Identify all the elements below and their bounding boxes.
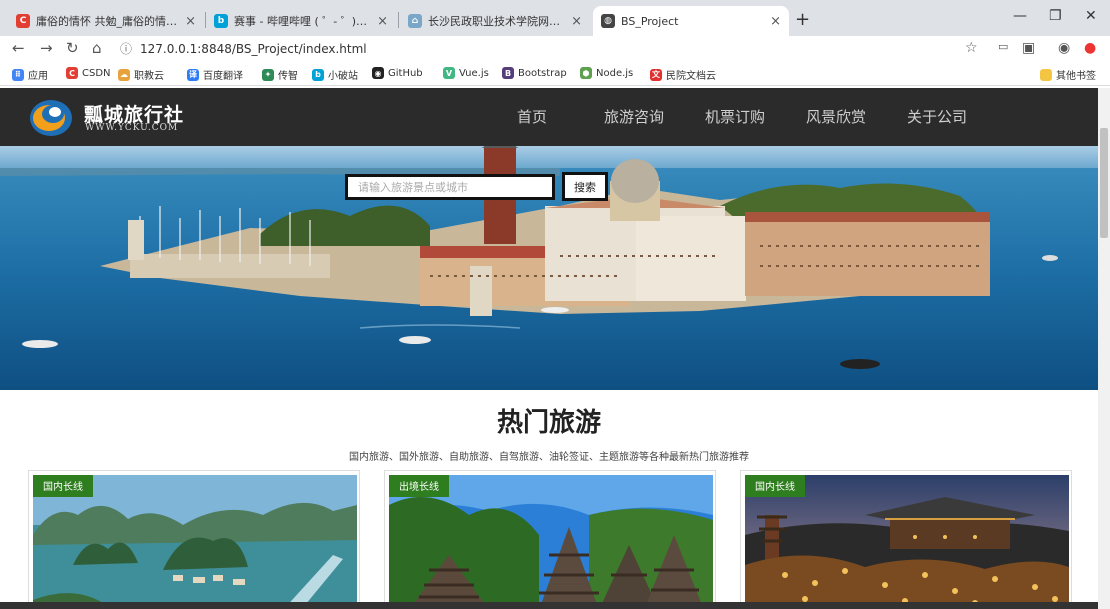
reload-icon[interactable]: ↻ [66, 39, 79, 57]
bookmark-label: 民院文档云 [666, 71, 716, 82]
nav-item-flight-booking[interactable]: 机票订购 [705, 106, 765, 127]
profile-icon[interactable]: ◉ [1058, 40, 1070, 56]
bookmark-label: 职教云 [134, 71, 164, 82]
browser-tab-active[interactable]: ◍ BS_Project × [593, 6, 789, 36]
scrollbar-thumb[interactable] [1100, 128, 1108, 238]
school-icon: ⌂ [408, 14, 422, 28]
address-bar: ← → ↻ ⌂ ⓘ 127.0.0.1:8848/BS_Project/index… [0, 36, 1110, 62]
github-icon: ◉ [372, 67, 384, 79]
nav-item-scenery[interactable]: 风景欣赏 [806, 106, 866, 127]
folder-icon [1040, 68, 1052, 81]
url-text: 127.0.0.1:8848/BS_Project/index.html [140, 42, 367, 56]
nodejs-icon: ⬢ [580, 67, 592, 79]
extension-icon[interactable]: ▣ [1022, 40, 1035, 56]
doc-cloud-icon: 文 [650, 68, 662, 81]
cloud-icon: ☁ [118, 68, 130, 81]
bookmark-label: CSDN [82, 67, 111, 79]
bookmark-doc-cloud[interactable]: 文民院文档云 [650, 67, 716, 82]
nav-item-about[interactable]: 关于公司 [907, 106, 967, 127]
card-badge: 国内长线 [745, 475, 805, 497]
bookmark-bilibili[interactable]: b 小破站 [312, 67, 358, 82]
vue-icon: V [443, 67, 455, 79]
browser-tab[interactable]: b 赛事 - 哔哩哔哩 ( ゜- ゜)つロ 干杯 × [206, 6, 396, 36]
bookmark-csdn[interactable]: C CSDN [66, 67, 111, 79]
site-info-icon[interactable]: ⓘ [120, 42, 132, 56]
tab-title: 庸俗的情怀 共勉_庸俗的情怀_CS [36, 15, 179, 28]
bilibili-icon: b [214, 14, 228, 28]
forward-icon[interactable]: → [40, 39, 53, 57]
other-bookmarks-label: 其他书签 [1056, 71, 1096, 82]
search-input[interactable] [345, 174, 555, 200]
close-tab-icon[interactable]: × [185, 14, 196, 29]
browser-tab-strip: C 庸俗的情怀 共勉_庸俗的情怀_CS × b 赛事 - 哔哩哔哩 ( ゜- ゜… [0, 0, 1110, 36]
bilibili-icon: b [312, 68, 324, 81]
site-navbar: 瓢城旅行社 WWW.YCKU.COM 首页 旅游咨询 机票订购 风景欣赏 关于公… [0, 88, 1098, 146]
logo-icon[interactable] [28, 97, 74, 137]
close-tab-icon[interactable]: × [377, 14, 388, 29]
close-tab-icon[interactable]: × [770, 14, 781, 29]
chuanzhi-icon: ✦ [262, 68, 274, 81]
nav-item-travel-consult[interactable]: 旅游咨询 [604, 106, 664, 127]
tour-card[interactable]: 国内长线 [28, 470, 360, 609]
bookmark-label: 小破站 [328, 71, 358, 82]
back-icon[interactable]: ← [12, 39, 25, 57]
tab-title: BS_Project [621, 14, 679, 28]
section-subtitle: 国内旅游、国外旅游、自助旅游、自驾旅游、油轮签证、主题旅游等各种最新热门旅游推荐 [349, 452, 749, 463]
minimize-icon[interactable]: — [1013, 8, 1027, 24]
bookmark-label: Vue.js [459, 67, 489, 79]
bookmark-label: 传智 [278, 71, 298, 82]
bookmark-translate[interactable]: 译百度翻译 [187, 67, 243, 82]
extension-icon[interactable]: ▭ [998, 40, 1008, 53]
bookmark-cloud[interactable]: ☁ 职教云 [118, 67, 164, 82]
translate-icon: 译 [187, 68, 199, 81]
bookmark-vue[interactable]: V Vue.js [443, 67, 489, 79]
restore-icon[interactable]: ❐ [1049, 8, 1062, 24]
csdn-icon: C [16, 14, 30, 28]
bookmark-label: 百度翻译 [203, 71, 243, 82]
bookmark-star-icon[interactable]: ☆ [965, 40, 978, 56]
card-badge: 出境长线 [389, 475, 449, 497]
bookmark-nodejs[interactable]: ⬢ Node.js [580, 67, 633, 79]
taskbar-edge [0, 602, 1098, 609]
bookmark-label: GitHub [388, 67, 423, 79]
close-window-icon[interactable]: ✕ [1085, 8, 1097, 24]
browser-tab[interactable]: C 庸俗的情怀 共勉_庸俗的情怀_CS × [8, 6, 204, 36]
bootstrap-icon: B [502, 67, 514, 79]
section-title: 热门旅游 [496, 408, 601, 438]
search-button[interactable]: 搜索 [562, 172, 608, 201]
bookmark-label: Bootstrap [518, 67, 567, 79]
logo-subtitle: WWW.YCKU.COM [85, 123, 179, 133]
tab-title: 赛事 - 哔哩哔哩 ( ゜- ゜)つロ 干杯 [234, 15, 371, 28]
url-field[interactable]: ⓘ 127.0.0.1:8848/BS_Project/index.html [120, 40, 367, 57]
nav-item-home[interactable]: 首页 [517, 106, 547, 127]
tab-title: 长沙民政职业技术学院网上办事 [428, 15, 565, 28]
new-tab-icon[interactable]: + [795, 9, 810, 30]
bookmark-github[interactable]: ◉ GitHub [372, 67, 423, 79]
tour-card[interactable]: 出境长线 [384, 470, 716, 609]
globe-icon: ◍ [601, 14, 615, 28]
bookmark-apps[interactable]: ⠿ 应用 [12, 67, 48, 82]
bookmark-label: 应用 [28, 71, 48, 82]
bookmark-bootstrap[interactable]: B Bootstrap [502, 67, 567, 79]
csdn-icon: C [66, 67, 78, 79]
home-icon[interactable]: ⌂ [92, 39, 102, 57]
bookmarks-bar: ⠿ 应用 C CSDN ☁ 职教云 译百度翻译 ✦ 传智 b 小破站 ◉ GitHub V Vue.js B B… [0, 62, 1110, 86]
opera-icon[interactable]: ● [1084, 40, 1096, 56]
bookmark-label: Node.js [596, 67, 634, 79]
apps-icon: ⠿ [12, 68, 24, 81]
other-bookmarks[interactable]: 其他书签 [1040, 67, 1096, 82]
card-badge: 国内长线 [33, 475, 93, 497]
bookmark-chuanzhi[interactable]: ✦ 传智 [262, 67, 298, 82]
close-tab-icon[interactable]: × [571, 14, 582, 29]
tour-card[interactable]: 国内长线 [740, 470, 1072, 609]
browser-tab[interactable]: ⌂ 长沙民政职业技术学院网上办事 × [400, 6, 590, 36]
